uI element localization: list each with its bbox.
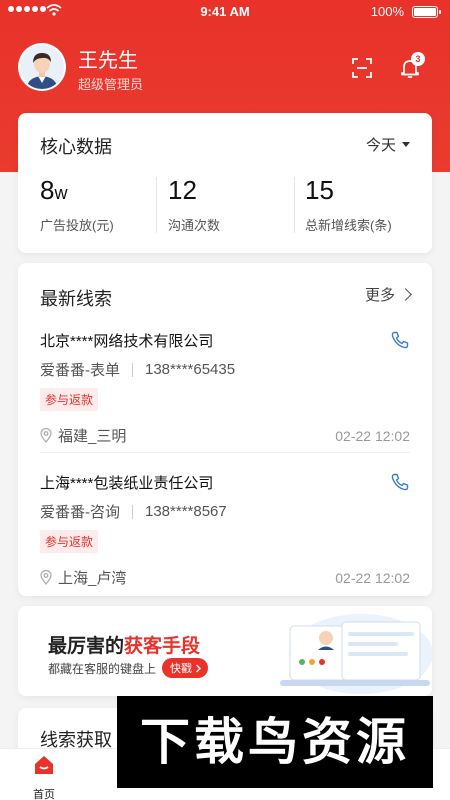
chevron-right-icon (399, 288, 412, 301)
caret-down-icon (402, 142, 410, 147)
stat-new-leads[interactable]: 15 总新增线索(条) (305, 175, 392, 234)
promo-button-label: 快戳 (170, 663, 193, 675)
stat-communications[interactable]: 12 沟通次数 (168, 175, 220, 234)
location-pin-icon (40, 570, 52, 585)
user-name: 王先生 (78, 50, 138, 72)
lead-tag: 参与返款 (40, 530, 99, 553)
lead-divider (40, 452, 410, 453)
promo-title: 最厉害的获客手段 (48, 631, 200, 658)
lead-source: 爱番番-咨询 (40, 504, 120, 521)
stat-unit: w (54, 183, 68, 203)
lead-date: 02-22 12:02 (335, 428, 410, 444)
tab-label: 首页 (33, 789, 55, 800)
promo-title-prefix: 最厉害的 (48, 636, 125, 657)
more-label: 更多 (364, 287, 395, 304)
lead-date: 02-22 12:02 (335, 570, 410, 586)
range-select[interactable]: 今天 (366, 134, 410, 155)
core-data-card: 核心数据 今天 8w 广告投放(元) 12 沟通次数 15 总新增线索(条) (18, 113, 432, 253)
home-icon (35, 756, 53, 774)
stat-value: 15 (305, 175, 334, 205)
stat-divider (294, 177, 295, 233)
divider (132, 362, 133, 377)
location-pin-icon (40, 428, 52, 443)
phone-icon[interactable] (390, 472, 410, 492)
promo-title-highlight: 获客手段 (124, 636, 201, 657)
lead-company: 上海****包装纸业责任公司 (40, 475, 214, 492)
more-leads-link[interactable]: 更多 (364, 284, 412, 305)
divider (132, 504, 133, 519)
lead-item[interactable]: 上海****包装纸业责任公司 爱番番-咨询 138****8567 参与返款 上… (40, 472, 410, 588)
stat-ad-spend[interactable]: 8w 广告投放(元) (40, 175, 114, 234)
promo-banner[interactable]: 最厉害的获客手段 都藏在客服的键盘上 快戳 (18, 606, 432, 696)
lead-company: 北京****网络技术有限公司 (40, 333, 214, 350)
stat-value: 12 (168, 175, 197, 205)
stat-divider (156, 177, 157, 233)
scan-icon[interactable] (350, 56, 374, 80)
latest-leads-title: 最新线索 (40, 289, 112, 309)
stat-label: 总新增线索(条) (305, 218, 392, 233)
stat-label: 沟通次数 (168, 218, 221, 233)
promo-button[interactable]: 快戳 (162, 658, 209, 678)
lead-location: 福建_三明 (58, 428, 127, 445)
avatar-image (20, 45, 64, 89)
user-role: 超级管理员 (78, 77, 144, 92)
notification-badge: 3 (411, 52, 425, 66)
lead-phone: 138****65435 (145, 361, 236, 378)
watermark: 下载鸟资源 (117, 696, 433, 788)
lead-source: 爱番番-表单 (40, 362, 120, 379)
battery-percent: 100% (370, 4, 404, 19)
lead-tag: 参与返款 (40, 388, 99, 411)
battery-icon (412, 6, 441, 18)
laptop-illustration (280, 614, 432, 694)
promo-subtitle-row: 都藏在客服的键盘上 快戳 (48, 658, 209, 678)
lead-phone: 138****8567 (145, 503, 227, 520)
avatar[interactable] (18, 43, 66, 91)
status-bar: 9:41 AM 100% (0, 0, 450, 24)
phone-icon[interactable] (390, 330, 410, 350)
chevron-right-icon (196, 664, 202, 672)
range-select-label: 今天 (365, 137, 396, 154)
core-data-title: 核心数据 (40, 137, 112, 157)
stat-label: 广告投放(元) (40, 218, 114, 233)
promo-subtitle: 都藏在客服的键盘上 (48, 661, 157, 676)
stat-value: 8 (40, 175, 55, 205)
tab-home[interactable]: 首页 (14, 753, 74, 800)
latest-leads-card: 最新线索 更多 北京****网络技术有限公司 爱番番-表单 138****654… (18, 263, 432, 596)
lead-location: 上海_卢湾 (58, 570, 127, 587)
lead-item[interactable]: 北京****网络技术有限公司 爱番番-表单 138****65435 参与返款 … (40, 330, 410, 446)
